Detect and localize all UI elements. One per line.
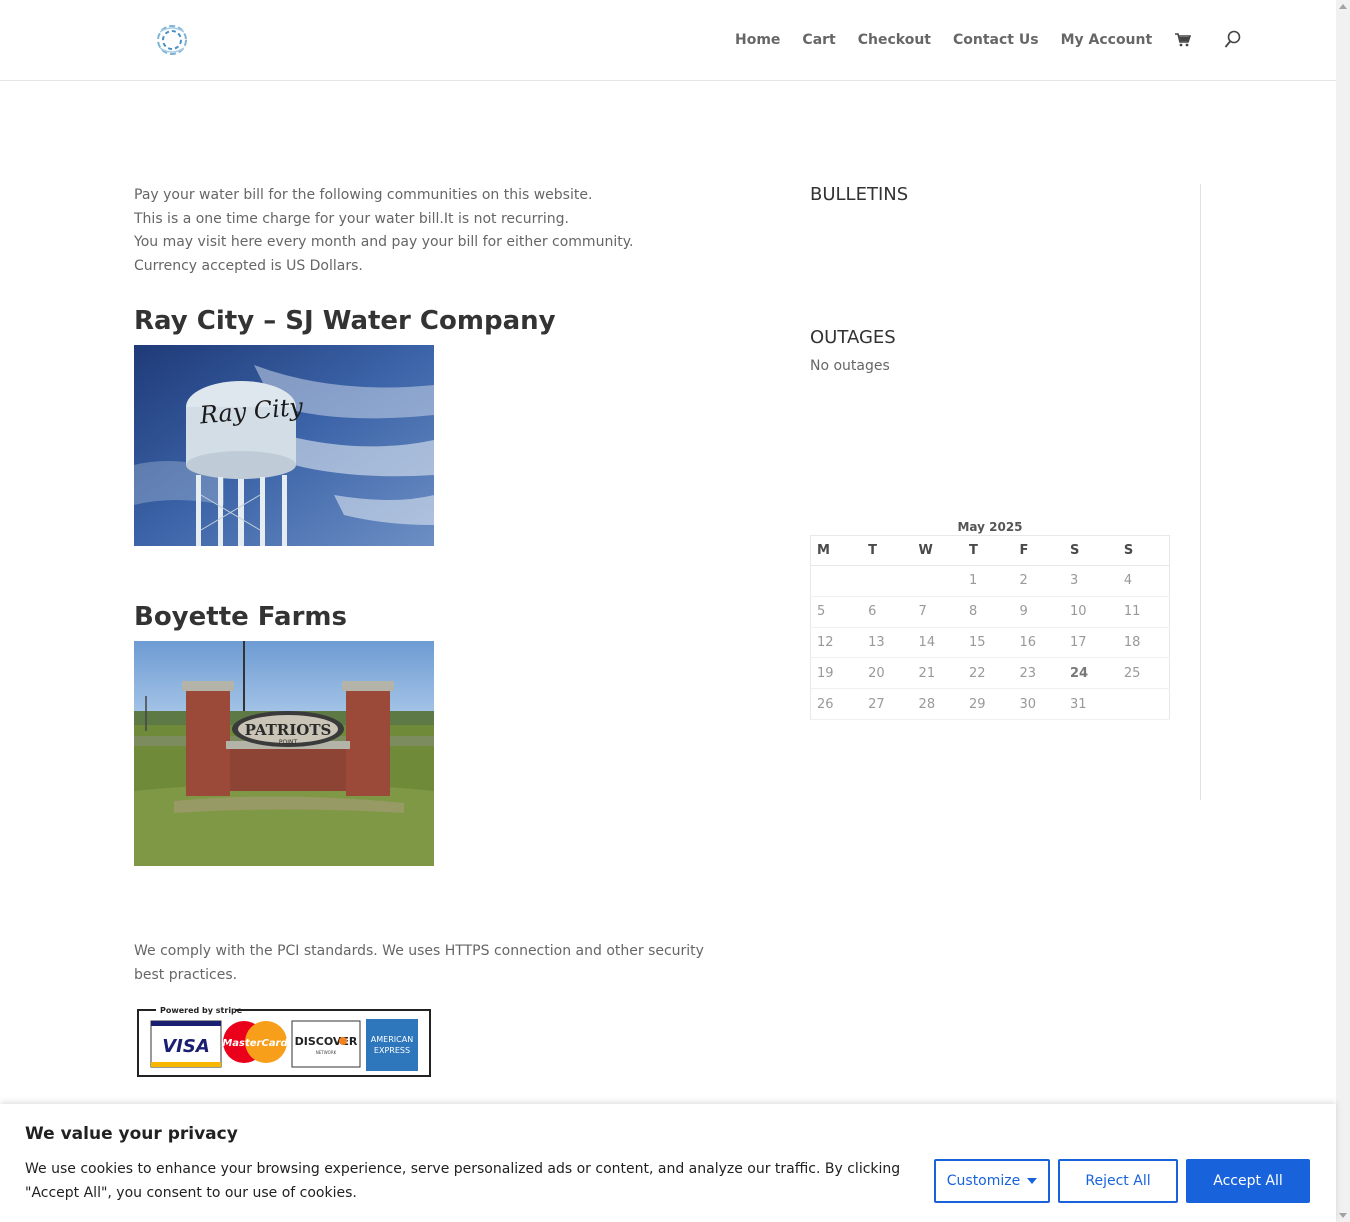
- calendar-day: 11: [1117, 596, 1170, 628]
- outages-title: OUTAGES: [810, 327, 896, 348]
- calendar-day: 23: [1013, 657, 1064, 690]
- main-content: Pay your water bill for the following co…: [134, 184, 734, 1077]
- calendar-day: 15: [963, 627, 1014, 659]
- bulletins-title: BULLETINS: [810, 184, 909, 205]
- sign-lettering: PATRIOTS: [245, 721, 332, 739]
- calendar-day: 4: [1117, 565, 1170, 597]
- visa-logo-text: VISA: [162, 1036, 210, 1057]
- calendar-day: 22: [963, 657, 1014, 690]
- scroll-down-arrow-icon[interactable]: [1339, 1213, 1347, 1218]
- calendar-day-header: S: [1063, 535, 1118, 566]
- outages-status: No outages: [810, 358, 890, 374]
- intro-text: Pay your water bill for the following co…: [134, 184, 734, 279]
- accept-all-button[interactable]: Accept All: [1186, 1159, 1310, 1203]
- calendar-day: 2: [1013, 565, 1064, 597]
- intro-line: This is a one time charge for your water…: [134, 210, 569, 227]
- customize-label: Customize: [946, 1173, 1021, 1189]
- main-nav: Home Cart Checkout Contact Us My Account: [735, 30, 1242, 50]
- calendar-day: 16: [1013, 627, 1064, 659]
- calendar-day: [810, 565, 863, 597]
- calendar-day: 13: [862, 627, 913, 659]
- cookie-title: We value your privacy: [25, 1124, 238, 1144]
- customize-button[interactable]: Customize: [934, 1159, 1050, 1203]
- calendar-day-header: F: [1013, 535, 1064, 566]
- calendar-day: 27: [862, 688, 913, 720]
- calendar-day: 17: [1063, 627, 1118, 659]
- boyette-farms-title: Boyette Farms: [134, 602, 347, 632]
- calendar-day: 26: [810, 688, 863, 720]
- site-logo[interactable]: [150, 18, 194, 62]
- discover-network-text: NETWORK: [316, 1050, 337, 1055]
- nav-cart[interactable]: Cart: [802, 30, 835, 50]
- calendar-day-header: M: [810, 535, 863, 566]
- calendar-day: 18: [1117, 627, 1170, 659]
- nav-contact-us[interactable]: Contact Us: [953, 30, 1039, 50]
- calendar-day-header: T: [963, 535, 1014, 566]
- calendar-day: 19: [810, 657, 863, 690]
- search-icon[interactable]: [1224, 30, 1242, 50]
- ray-city-water-tower-image[interactable]: Ray City: [134, 345, 434, 546]
- pci-statement: We comply with the PCI standards. We use…: [134, 943, 704, 983]
- cookie-consent-banner: We value your privacy We use cookies to …: [0, 1104, 1336, 1222]
- calendar-day: 5: [810, 596, 863, 628]
- calendar-day-header: T: [862, 535, 913, 566]
- calendar-caption: May 2025: [957, 520, 1023, 534]
- ray-city-title: Ray City – SJ Water Company: [134, 306, 556, 336]
- calendar-day: 30: [1013, 688, 1064, 720]
- calendar-day: 29: [963, 688, 1014, 720]
- scroll-up-arrow-icon[interactable]: [1339, 4, 1347, 9]
- calendar-day: 8: [963, 596, 1014, 628]
- cart-icon[interactable]: [1175, 33, 1192, 47]
- calendar-day: [912, 565, 964, 597]
- calendar-day: 25: [1117, 657, 1170, 690]
- calendar-week: 19 20 21 22 23 24 25: [810, 657, 1170, 690]
- calendar-day: 6: [862, 596, 913, 628]
- discover-logo-text: DISCOVER: [295, 1035, 358, 1048]
- calendar-day: 20: [862, 657, 913, 690]
- site-header: Home Cart Checkout Contact Us My Account: [0, 0, 1336, 80]
- calendar-day: 1: [963, 565, 1014, 597]
- calendar-day: 7: [912, 596, 964, 628]
- calendar-day: [1117, 688, 1170, 720]
- calendar-body: 1 2 3 4 5 6 7 8 9 10 11 12 13 14 15 16 1…: [810, 565, 1170, 720]
- caret-down-icon: [1027, 1178, 1038, 1184]
- intro-line: You may visit here every month and pay y…: [134, 234, 634, 251]
- calendar-day: 14: [912, 627, 964, 659]
- sidebar: BULLETINS OUTAGES No outages May 2025 M …: [810, 184, 1201, 800]
- calendar-day-header: S: [1117, 535, 1170, 566]
- calendar-day: 28: [912, 688, 964, 720]
- calendar-day: 3: [1063, 565, 1118, 597]
- nav-my-account[interactable]: My Account: [1061, 30, 1153, 50]
- intro-line: Currency accepted is US Dollars.: [134, 258, 363, 275]
- calendar-day: [862, 565, 913, 597]
- reject-all-button[interactable]: Reject All: [1058, 1159, 1178, 1203]
- calendar-week: 1 2 3 4: [810, 565, 1170, 597]
- amex-logo-text: AMERICAN: [371, 1035, 413, 1044]
- calendar-day-header: W: [912, 535, 964, 566]
- calendar-day: 31: [1063, 688, 1118, 720]
- calendar-day: 10: [1063, 596, 1118, 628]
- calendar-week: 12 13 14 15 16 17 18: [810, 627, 1170, 659]
- calendar-day-today: 24: [1063, 657, 1118, 690]
- nav-checkout[interactable]: Checkout: [858, 30, 931, 50]
- page-scrollbar[interactable]: [1336, 0, 1350, 1222]
- calendar-week: 5 6 7 8 9 10 11: [810, 596, 1170, 628]
- intro-line: Pay your water bill for the following co…: [134, 187, 593, 203]
- nav-home[interactable]: Home: [735, 30, 780, 50]
- calendar-week: 26 27 28 29 30 31: [810, 688, 1170, 720]
- calendar-day: 21: [912, 657, 964, 690]
- calendar-day: 9: [1013, 596, 1064, 628]
- calendar-day: 12: [810, 627, 863, 659]
- cookie-description: We use cookies to enhance your browsing …: [25, 1161, 901, 1201]
- amex-logo-text: EXPRESS: [374, 1046, 410, 1055]
- boyette-farms-sign-image[interactable]: PATRIOTS POINT: [134, 641, 434, 866]
- payment-cards-image: Powered by stripe VISA MasterCard DISCOV…: [136, 1002, 432, 1078]
- powered-by-stripe-label: Powered by stripe: [160, 1006, 243, 1015]
- mastercard-logo-text: MasterCard: [222, 1038, 288, 1049]
- sign-sublettering: POINT: [279, 739, 298, 746]
- calendar: M T W T F S S 1 2 3 4 5 6 7 8 9 10 11 12…: [810, 535, 1170, 720]
